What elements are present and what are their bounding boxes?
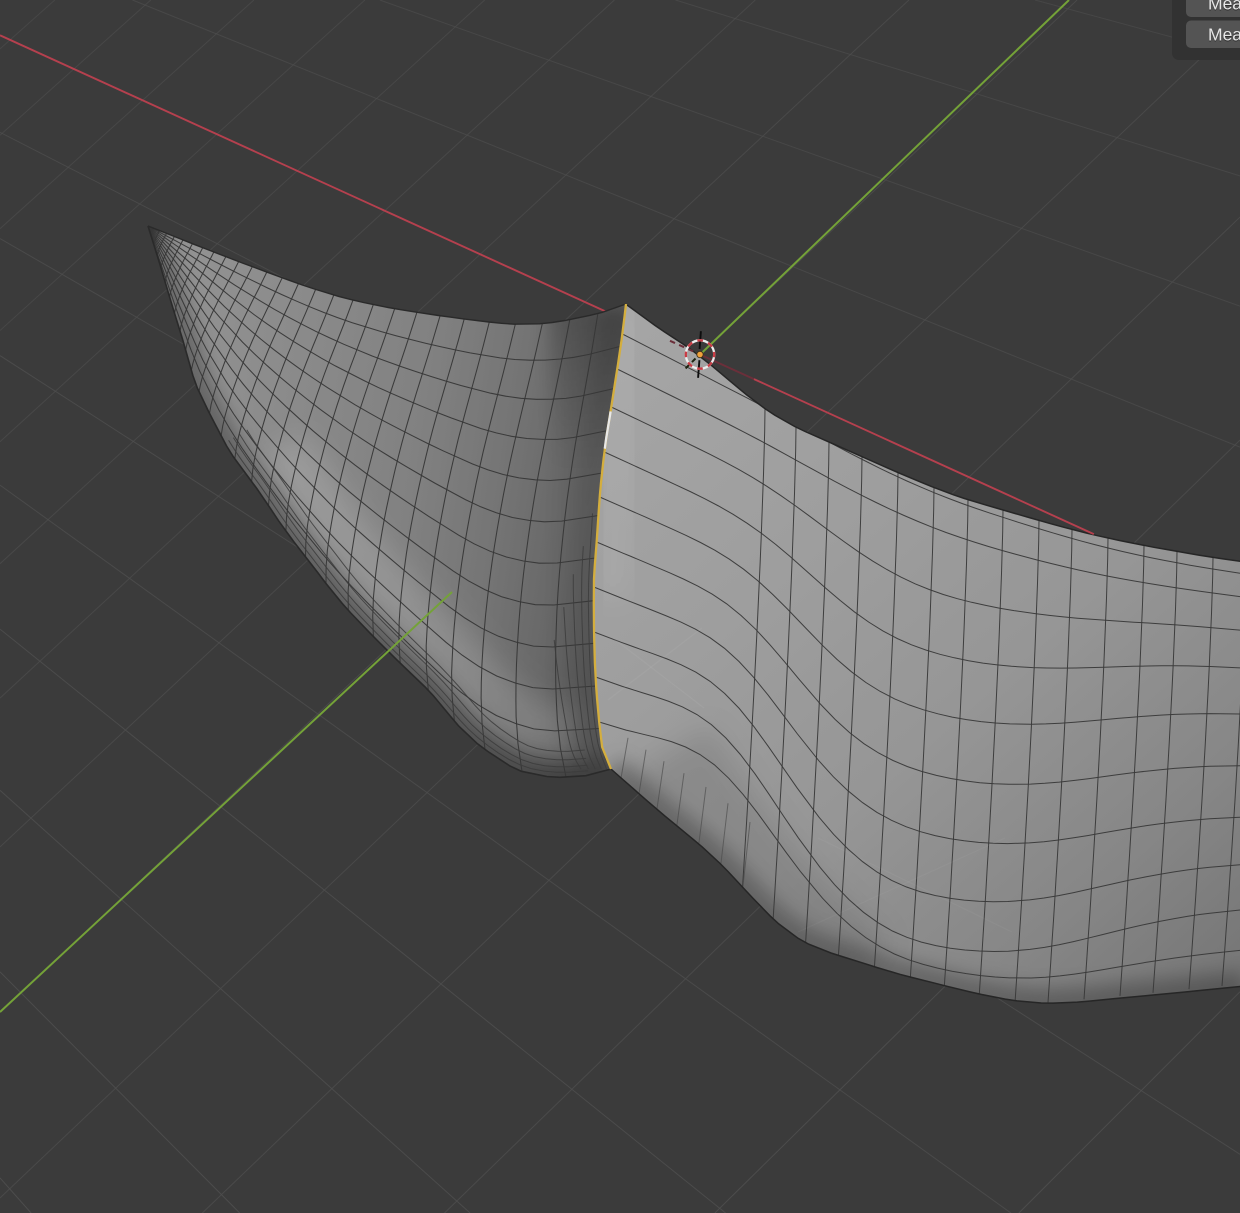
svg-text:Mea: Mea	[1208, 0, 1240, 14]
svg-text:Mea: Mea	[1208, 25, 1240, 45]
